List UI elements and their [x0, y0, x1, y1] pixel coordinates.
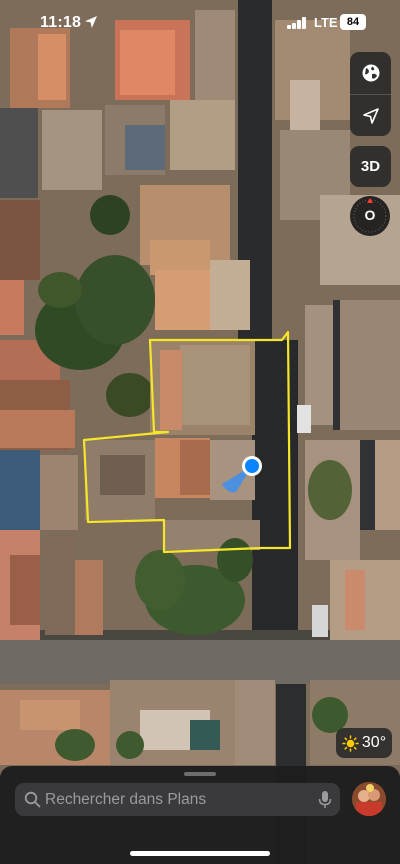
home-indicator — [130, 851, 270, 856]
locate-me-button[interactable] — [350, 95, 391, 137]
sun-icon — [342, 734, 359, 752]
search-icon — [24, 791, 41, 808]
microphone-icon[interactable] — [318, 790, 332, 809]
avatar-image — [352, 782, 386, 816]
sheet-grabber[interactable] — [184, 772, 216, 776]
search-field[interactable]: Rechercher dans Plans — [15, 783, 340, 816]
network-type: LTE — [314, 15, 338, 30]
map-controls-group — [350, 52, 391, 136]
compass-direction-label: O — [364, 207, 376, 223]
status-bar: 11:18 LTE 84 — [0, 0, 400, 46]
location-services-icon — [85, 16, 97, 28]
search-placeholder: Rechercher dans Plans — [45, 791, 207, 808]
bottom-sheet[interactable]: Rechercher dans Plans — [0, 766, 400, 864]
account-avatar[interactable] — [352, 782, 386, 816]
battery-indicator: 84 — [340, 14, 366, 30]
temperature: 30° — [361, 734, 387, 751]
globe-icon — [362, 64, 379, 82]
compass-button[interactable]: O — [350, 196, 390, 236]
cellular-signal-icon — [287, 17, 309, 29]
weather-chip[interactable]: 30° — [336, 728, 392, 758]
location-arrow-icon — [362, 108, 379, 124]
view-3d-button[interactable]: 3D — [350, 146, 391, 187]
map-mode-button[interactable] — [350, 52, 391, 94]
status-time: 11:18 — [40, 14, 82, 31]
